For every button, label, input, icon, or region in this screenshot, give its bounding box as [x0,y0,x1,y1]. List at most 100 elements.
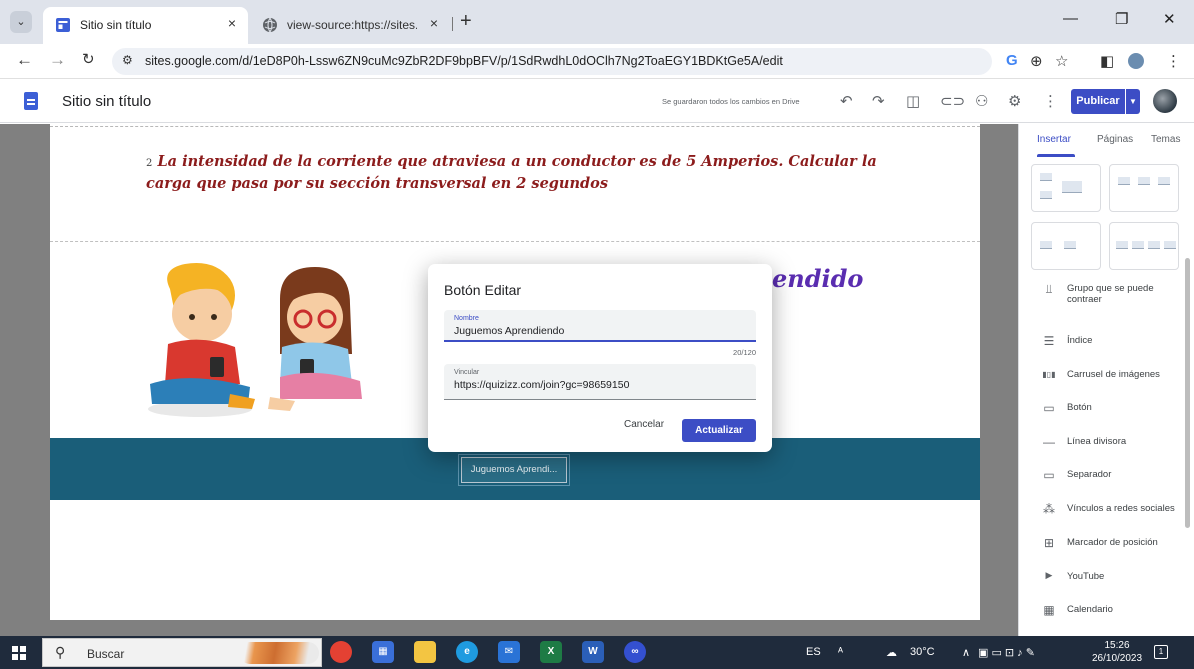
settings-gear-icon[interactable]: ⚙ [1008,92,1021,110]
preview-icon[interactable]: ◫ [906,92,920,110]
restore-icon[interactable]: ❐ [1115,10,1128,28]
more-options-icon[interactable]: ⋮ [1043,92,1058,110]
windows-start-icon[interactable] [12,646,26,660]
tab-view-source[interactable]: view-source:https://sites.goog × [250,7,450,44]
browser-toolbar: ← → ↻ ⚙ sites.google.com/d/1eD8P0h-Lssw6… [0,44,1194,79]
calendar-icon: ▦ [1043,603,1055,617]
index-icon: ☰ [1043,334,1055,348]
tab-paginas[interactable]: Páginas [1097,134,1133,145]
link-field[interactable]: Vincular https://quizizz.com/join?gc=986… [444,364,756,400]
link-value[interactable]: https://quizizz.com/join?gc=98659150 [454,379,629,391]
page-button[interactable]: Juguemos Aprendi... [458,454,570,486]
store-taskbar-icon[interactable]: ▦ [372,641,394,663]
layout-option-2[interactable] [1109,164,1179,212]
tab-temas[interactable]: Temas [1151,134,1180,145]
dialog-title: Botón Editar [444,282,522,298]
close-tab-icon[interactable]: × [430,15,438,31]
publish-dropdown-icon[interactable]: ▼ [1126,89,1140,114]
word-taskbar-icon[interactable]: W [582,641,604,663]
close-tab-icon[interactable]: × [228,15,236,31]
sites-header: Sitio sin título Se guardaron todos los … [0,80,1194,123]
show-hidden-icons-icon[interactable]: ∧ [962,646,970,659]
back-icon[interactable]: ← [16,50,33,70]
publish-button[interactable]: Publicar [1071,89,1125,114]
panel-item-label: Botón [1067,402,1092,413]
user-profile-tray-icon[interactable]: ᴬ [838,646,843,658]
search-highlight-image [239,642,319,664]
reload-icon[interactable]: ↻ [82,50,95,68]
language-indicator[interactable]: ES [806,646,821,658]
webex-taskbar-icon[interactable]: ∞ [624,641,646,663]
spacer-icon: ▭ [1043,468,1055,482]
tab-search-button[interactable]: ⌄ [10,11,32,33]
panel-item-label: Vínculos a redes sociales [1067,503,1175,514]
google-lens-icon[interactable]: G [1006,52,1018,69]
panel-item-label: Separador [1067,469,1112,480]
copy-link-icon[interactable]: ⊂⊃ [940,92,965,110]
weather-temperature[interactable]: 30°C [910,646,935,658]
layout-option-1[interactable] [1031,164,1101,212]
excel-taskbar-icon[interactable]: X [540,641,562,663]
google-sites-icon [56,18,70,32]
site-title[interactable]: Sitio sin título [62,93,151,110]
question-number: 2 [146,158,153,169]
user-avatar[interactable] [1153,89,1177,113]
tray-apps-icon[interactable]: ▣ ▭ ⊡ ♪ ✎ [978,646,1035,659]
panel-tabs: Insertar Páginas Temas [1019,124,1194,158]
clock-date: 26/10/2023 [1092,653,1143,664]
chrome-taskbar-icon[interactable] [330,641,352,663]
site-info-icon[interactable]: ⚙ [122,53,133,67]
share-icon[interactable]: ⚇ [975,92,988,110]
mail-taskbar-icon[interactable]: ✉ [498,641,520,663]
carousel-icon: ▮▯▮ [1042,370,1056,379]
clock-time: 15:26 [1104,640,1130,651]
layout-option-3[interactable] [1031,222,1101,270]
address-bar[interactable]: ⚙ sites.google.com/d/1eD8P0h-Lssw6ZN9cuM… [112,48,992,75]
panel-item-label: Grupo que se puede contraer [1067,283,1154,305]
chrome-menu-icon[interactable]: ⋮ [1166,52,1181,70]
notification-center-icon[interactable]: 1 [1154,645,1168,659]
kids-with-phones-image[interactable] [130,259,380,419]
tab-insertar[interactable]: Insertar [1037,134,1071,145]
youtube-icon: ▶ [1045,570,1053,580]
profile-avatar[interactable] [1128,53,1144,69]
undo-icon[interactable]: ↶ [840,92,853,110]
zoom-icon[interactable]: ⊕ [1030,52,1043,70]
minimize-icon[interactable]: — [1063,10,1078,27]
section-ruler [50,124,980,127]
url-text: sites.google.com/d/1eD8P0h-Lssw6ZN9cuMc9… [145,54,783,68]
edge-taskbar-icon[interactable]: e [456,641,478,663]
layout-option-4[interactable] [1109,222,1179,270]
saved-status: Se guardaron todos los cambios en Drive [662,97,800,106]
new-tab-button[interactable]: + [460,10,472,33]
cancel-button[interactable]: Cancelar [624,419,664,430]
tab-title: view-source:https://sites.goog [287,18,417,32]
name-field[interactable]: Nombre Juguemos Aprendiendo [444,310,756,342]
tab-sitio-sin-titulo[interactable]: Sitio sin título × [43,7,248,44]
tab-separator [452,17,453,31]
panel-item-label: Línea divisora [1067,436,1127,447]
panel-item-label: Calendario [1067,604,1113,615]
update-button[interactable]: Actualizar [682,419,756,442]
system-clock[interactable]: 15:26 26/10/2023 [1092,639,1142,665]
taskbar-search-box[interactable]: ⚲ Buscar [42,638,322,667]
side-panel-icon[interactable]: ◧ [1100,52,1114,70]
bookmark-star-icon[interactable]: ☆ [1055,52,1068,70]
name-value[interactable]: Juguemos Aprendiendo [454,325,564,337]
redo-icon[interactable]: ↷ [872,92,885,110]
panel-scrollbar[interactable] [1185,258,1190,528]
weather-icon[interactable]: ☁ [886,646,897,659]
banner-title-text[interactable]: endido [772,264,863,293]
edit-button-dialog: Botón Editar Nombre Juguemos Aprendiendo… [428,264,772,452]
windows-taskbar: ⚲ Buscar ▦ e ✉ X W ∞ ES ᴬ ☁ 30°C ∧ ▣ ▭ ⊡… [0,636,1194,669]
sites-logo-icon[interactable] [24,92,38,110]
file-explorer-taskbar-icon[interactable] [414,641,436,663]
browser-tab-strip: ⌄ Sitio sin título × view-source:https:/… [0,0,1194,44]
forward-icon[interactable]: → [49,50,66,70]
collapsible-group-icon: ⫫ [1045,282,1053,296]
question-text-box[interactable]: 2 La intensidad de la corriente que atra… [146,152,906,194]
divider-icon: — [1043,435,1055,449]
close-window-icon[interactable]: ✕ [1163,10,1176,28]
button-icon: ▭ [1043,401,1055,415]
panel-item-label: Marcador de posición [1067,537,1158,548]
